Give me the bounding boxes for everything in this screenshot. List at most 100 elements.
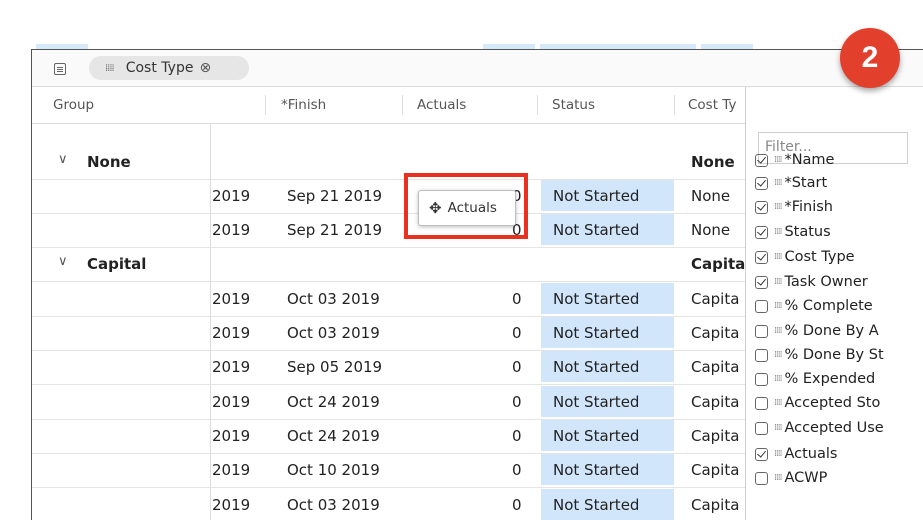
- column-separator[interactable]: [265, 95, 266, 115]
- column-header-actuals[interactable]: Actuals: [417, 97, 466, 113]
- drag-handle-icon[interactable]: ⁞⁞⁞⁞: [774, 326, 783, 336]
- column-separator[interactable]: [402, 95, 403, 115]
- column-chooser-item[interactable]: ⁞⁞⁞⁞ *Start: [755, 172, 827, 194]
- column-header-group[interactable]: Group: [53, 97, 94, 113]
- cell-cost-type: Capita: [691, 393, 740, 411]
- table-row[interactable]: 2019 Sep 21 2019 0 Not Started None: [32, 179, 747, 214]
- drag-handle-icon[interactable]: ⁞⁞⁞⁞: [774, 473, 783, 483]
- table-row[interactable]: 2019 Oct 24 2019 0 Not Started Capita: [32, 419, 747, 454]
- drag-handle-icon[interactable]: ⁞⁞⁞⁞: [774, 277, 783, 287]
- drag-handle-icon[interactable]: ⁞⁞⁞⁞: [774, 374, 783, 384]
- checkbox[interactable]: [755, 299, 768, 313]
- group-label: None: [87, 153, 131, 171]
- checkbox[interactable]: [755, 447, 768, 461]
- group-cost-type: None: [691, 153, 735, 171]
- cell-status[interactable]: Not Started: [541, 351, 674, 382]
- status-text: Not Started: [553, 290, 640, 308]
- group-by-chip[interactable]: ⁞⁞⁞⁞ Cost Type ⊗: [89, 56, 249, 80]
- status-text: Not Started: [553, 324, 640, 342]
- cell-finish: Oct 03 2019: [287, 290, 380, 308]
- cell-finish: Oct 03 2019: [287, 324, 380, 342]
- checkbox[interactable]: [755, 324, 768, 338]
- column-chooser-item[interactable]: ⁞⁞⁞⁞ Accepted Use: [755, 417, 884, 439]
- column-separator[interactable]: [674, 95, 675, 115]
- remove-chip-icon[interactable]: ⊗: [199, 60, 211, 76]
- drag-handle-icon[interactable]: ⁞⁞⁞⁞: [774, 252, 783, 262]
- checkbox[interactable]: [755, 153, 768, 167]
- checkbox[interactable]: [755, 396, 768, 410]
- column-chooser-item[interactable]: ⁞⁞⁞⁞ Actuals: [755, 443, 837, 465]
- cell-status[interactable]: Not Started: [541, 489, 674, 520]
- drag-handle-icon[interactable]: ⁞⁞⁞⁞: [105, 63, 115, 74]
- cell-status[interactable]: Not Started: [541, 283, 674, 314]
- drag-handle-icon[interactable]: ⁞⁞⁞⁞: [774, 301, 783, 311]
- column-chooser-label: Cost Type: [784, 249, 855, 265]
- cell-actuals: 0: [512, 427, 522, 445]
- column-chooser-item[interactable]: ⁞⁞⁞⁞% Done By St: [755, 344, 884, 366]
- cell-finish: Oct 24 2019: [287, 393, 380, 411]
- drag-handle-icon[interactable]: ⁞⁞⁞⁞: [774, 423, 783, 433]
- checkbox[interactable]: [755, 421, 768, 435]
- chevron-down-icon[interactable]: ∨: [58, 152, 68, 167]
- column-header-cost-type[interactable]: Cost Ty: [688, 97, 736, 113]
- cell-status[interactable]: Not Started: [541, 317, 674, 348]
- checkbox[interactable]: [755, 471, 768, 485]
- drag-handle-icon[interactable]: ⁞⁞⁞⁞: [774, 398, 783, 408]
- column-chooser-item[interactable]: ⁞⁞⁞⁞ Status: [755, 221, 831, 243]
- group-row[interactable]: ∨ Capital Capita: [32, 247, 747, 282]
- column-chooser-item[interactable]: ⁞⁞⁞⁞ Accepted Sto: [755, 392, 880, 414]
- drag-handle-icon[interactable]: ⁞⁞⁞⁞: [774, 178, 783, 188]
- cell-start: 2019: [212, 324, 251, 342]
- table-row[interactable]: 2019 Oct 03 2019 0 Not Started Capita: [32, 488, 747, 520]
- table-row[interactable]: 2019 Oct 03 2019 0 Not Started Capita: [32, 282, 747, 317]
- table-row[interactable]: 2019 Sep 05 2019 0 Not Started Capita: [32, 350, 747, 385]
- checkbox[interactable]: [755, 275, 768, 289]
- drag-handle-icon[interactable]: ⁞⁞⁞⁞: [774, 227, 783, 237]
- status-text: Not Started: [553, 496, 640, 514]
- checkbox[interactable]: [755, 225, 768, 239]
- column-chooser-item[interactable]: ⁞⁞⁞⁞% Done By A: [755, 320, 879, 342]
- dragged-column-chip[interactable]: ✥ Actuals: [418, 190, 516, 226]
- column-chooser-label: Task Owner: [784, 274, 868, 290]
- column-chooser-item[interactable]: ⁞⁞⁞⁞ *Name: [755, 149, 834, 171]
- checkbox[interactable]: [755, 200, 768, 214]
- group-row[interactable]: ∨ None None: [32, 145, 747, 180]
- cell-cost-type: Capita: [691, 324, 740, 342]
- checkbox[interactable]: [755, 372, 768, 386]
- cell-start: 2019: [212, 393, 251, 411]
- table-row[interactable]: 2019 Oct 24 2019 0 Not Started Capita: [32, 385, 747, 420]
- drag-handle-icon[interactable]: ⁞⁞⁞⁞: [774, 155, 783, 165]
- checkbox[interactable]: [755, 348, 768, 362]
- column-chooser-item[interactable]: ⁞⁞⁞⁞ Task Owner: [755, 271, 868, 293]
- column-chooser-item[interactable]: ⁞⁞⁞⁞ Cost Type: [755, 246, 855, 268]
- column-header-finish[interactable]: *Finish: [281, 97, 326, 113]
- grid-window: ⁞⁞⁞⁞ Cost Type ⊗ Group *Finish Actuals S…: [31, 49, 923, 520]
- drag-handle-icon[interactable]: ⁞⁞⁞⁞: [774, 449, 783, 459]
- cell-status[interactable]: Not Started: [541, 454, 674, 485]
- cell-actuals: 0: [512, 290, 522, 308]
- table-row[interactable]: 2019 Oct 03 2019 0 Not Started Capita: [32, 316, 747, 351]
- column-chooser-item[interactable]: ⁞⁞⁞⁞ *Finish: [755, 196, 833, 218]
- column-header-status[interactable]: Status: [552, 97, 595, 113]
- chevron-down-icon[interactable]: ∨: [58, 254, 68, 269]
- cell-start: 2019: [212, 496, 251, 514]
- column-chooser-item[interactable]: ⁞⁞⁞⁞ ACWP: [755, 467, 827, 489]
- checkbox[interactable]: [755, 176, 768, 190]
- table-row[interactable]: 2019 Sep 21 2019 0 Not Started None: [32, 213, 747, 248]
- cell-cost-type: Capita: [691, 427, 740, 445]
- cell-status[interactable]: Not Started: [541, 214, 674, 245]
- cell-status[interactable]: Not Started: [541, 180, 674, 211]
- cell-status[interactable]: Not Started: [541, 420, 674, 451]
- checkbox[interactable]: [755, 250, 768, 264]
- table-row[interactable]: 2019 Oct 10 2019 0 Not Started Capita: [32, 453, 747, 488]
- cell-status[interactable]: Not Started: [541, 386, 674, 417]
- cell-start: 2019: [212, 358, 251, 376]
- column-separator[interactable]: [537, 95, 538, 115]
- column-chooser-label: % Complete: [784, 298, 873, 314]
- group-panel-icon[interactable]: [54, 63, 66, 75]
- drag-handle-icon[interactable]: ⁞⁞⁞⁞: [774, 202, 783, 212]
- drag-handle-icon[interactable]: ⁞⁞⁞⁞: [774, 350, 783, 360]
- column-chooser-item[interactable]: ⁞⁞⁞⁞% Expended: [755, 368, 875, 390]
- status-text: Not Started: [553, 187, 640, 205]
- column-chooser-item[interactable]: ⁞⁞⁞⁞% Complete: [755, 295, 873, 317]
